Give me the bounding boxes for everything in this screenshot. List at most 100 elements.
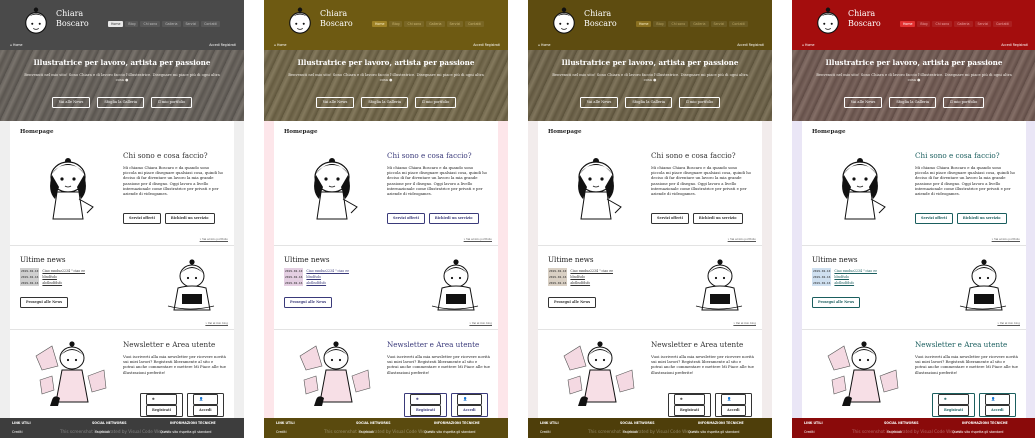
nav-item-blog[interactable]: Blog <box>389 21 403 27</box>
chiara-logo-icon[interactable] <box>22 6 50 36</box>
login-button[interactable]: 👤 Accedi <box>450 393 488 417</box>
hero-button-2[interactable]: Il mio portfolio <box>679 97 721 108</box>
nav-item-home[interactable]: Home <box>108 21 124 27</box>
auth-links[interactable]: Accedi Registrati <box>1001 43 1028 47</box>
hero-button-2[interactable]: Il mio portfolio <box>151 97 193 108</box>
login-button[interactable]: 👤 Accedi <box>186 393 224 417</box>
breadcrumb-home[interactable]: ⌂ Home <box>802 43 814 47</box>
nav-item-blog[interactable]: Blog <box>653 21 667 27</box>
site-name[interactable]: Chiara Boscaro <box>848 9 881 29</box>
hero-button-1[interactable]: Sfoglia la Galleria <box>361 97 409 108</box>
breadcrumb-home[interactable]: ⌂ Home <box>274 43 286 47</box>
request-service-button[interactable]: Richiedi un servizio <box>956 213 1007 224</box>
news-title-link[interactable]: abdbsdfdsfo <box>42 281 62 285</box>
news-title-link[interactable]: abdbsdfdsfo <box>306 281 326 285</box>
nav-item-contatti[interactable]: Contatti <box>993 21 1012 27</box>
nav-item-servizi[interactable]: Servizi <box>446 21 464 27</box>
breadcrumb-home[interactable]: ⌂ Home <box>10 43 22 47</box>
site-name[interactable]: Chiara Boscaro <box>56 9 89 29</box>
footer-item[interactable]: Crediti <box>276 430 286 434</box>
register-button[interactable]: ⊕ Registrati <box>140 393 183 417</box>
hero-button-2[interactable]: Il mio portfolio <box>943 97 985 108</box>
nav-item-contatti[interactable]: Contatti <box>201 21 220 27</box>
news-title-link[interactable]: Ciao randuz2234 " ciao ee <box>306 269 349 273</box>
nav-item-galleria[interactable]: Galleria <box>426 21 445 27</box>
more-news-button[interactable]: Prosegui alle News <box>548 297 597 308</box>
news-title: Ultime news <box>284 255 330 264</box>
footer-item[interactable]: Crediti <box>804 430 814 434</box>
chiara-logo-icon[interactable] <box>286 6 314 36</box>
services-button[interactable]: Servizi offerti <box>387 213 425 224</box>
login-button[interactable]: 👤 Accedi <box>714 393 752 417</box>
nav-item-blog[interactable]: Blog <box>917 21 931 27</box>
news-title-link[interactable]: Ciao randuz2234 " ciao ee <box>570 269 613 273</box>
request-service-button[interactable]: Richiedi un servizio <box>428 213 479 224</box>
more-news-button[interactable]: Prosegui alle News <box>812 297 861 308</box>
nav-item-blog[interactable]: Blog <box>125 21 139 27</box>
main-nav: Home Blog Chi sono Galleria Servizi Contatti <box>900 21 1012 27</box>
nav-item-servizi[interactable]: Servizi <box>710 21 728 27</box>
hero-button-1[interactable]: Sfoglia la Galleria <box>625 97 673 108</box>
login-button[interactable]: 👤 Accedi <box>978 393 1016 417</box>
services-button[interactable]: Servizi offerti <box>915 213 953 224</box>
blog-link[interactable]: » Vai al mio blog <box>469 321 492 325</box>
services-button[interactable]: Servizi offerti <box>123 213 161 224</box>
blog-link[interactable]: » Vai al mio blog <box>205 321 228 325</box>
nav-item-chi-sono[interactable]: Chi sono <box>932 21 953 27</box>
nav-item-home[interactable]: Home <box>900 21 916 27</box>
register-label: Registrati <box>938 405 969 416</box>
news-title-link[interactable]: bbsdfsdo <box>42 275 57 279</box>
nav-item-galleria[interactable]: Galleria <box>954 21 973 27</box>
nav-item-contatti[interactable]: Contatti <box>465 21 484 27</box>
footer-item[interactable]: Crediti <box>12 430 22 434</box>
nav-item-contatti[interactable]: Contatti <box>729 21 748 27</box>
hero-button-0[interactable]: Vai alle News <box>315 97 355 108</box>
chiara-logo-icon[interactable] <box>550 6 578 36</box>
news-title-link[interactable]: abdbsdfdsfo <box>570 281 590 285</box>
auth-links[interactable]: Accedi Registrati <box>473 43 500 47</box>
divider <box>538 245 762 246</box>
more-news-button[interactable]: Prosegui alle News <box>20 297 69 308</box>
hero-button-0[interactable]: Vai alle News <box>579 97 619 108</box>
news-title-link[interactable]: abdbsdfdsfo <box>834 281 854 285</box>
hero-button-2[interactable]: Il mio portfolio <box>415 97 457 108</box>
nav-item-galleria[interactable]: Galleria <box>162 21 181 27</box>
register-button[interactable]: ⊕ Registrati <box>932 393 975 417</box>
news-title-link[interactable]: Ciao randuz2234 " ciao ee <box>42 269 85 273</box>
nav-item-home[interactable]: Home <box>636 21 652 27</box>
footer-item[interactable]: Crediti <box>540 430 550 434</box>
nav-item-home[interactable]: Home <box>372 21 388 27</box>
hero-button-1[interactable]: Sfoglia la Galleria <box>97 97 145 108</box>
portfolio-link[interactable]: » Vai al mio portfolio <box>464 237 492 241</box>
request-service-button[interactable]: Richiedi un servizio <box>164 213 215 224</box>
services-button[interactable]: Servizi offerti <box>651 213 689 224</box>
hero-button-0[interactable]: Vai alle News <box>843 97 883 108</box>
register-button[interactable]: ⊕ Registrati <box>404 393 447 417</box>
more-news-button[interactable]: Prosegui alle News <box>284 297 333 308</box>
news-title-link[interactable]: bbsdfsdo <box>306 275 321 279</box>
auth-links[interactable]: Accedi Registrati <box>737 43 764 47</box>
breadcrumb-home[interactable]: ⌂ Home <box>538 43 550 47</box>
nav-item-servizi[interactable]: Servizi <box>182 21 200 27</box>
news-title-link[interactable]: bbsdfsdo <box>570 275 585 279</box>
hero-button-1[interactable]: Sfoglia la Galleria <box>889 97 937 108</box>
site-name[interactable]: Chiara Boscaro <box>320 9 353 29</box>
news-title-link[interactable]: Ciao randuz2234 " ciao ee <box>834 269 877 273</box>
blog-link[interactable]: » Vai al mio blog <box>733 321 756 325</box>
nav-item-chi-sono[interactable]: Chi sono <box>668 21 689 27</box>
site-name[interactable]: Chiara Boscaro <box>584 9 617 29</box>
nav-item-chi-sono[interactable]: Chi sono <box>404 21 425 27</box>
nav-item-servizi[interactable]: Servizi <box>974 21 992 27</box>
news-title-link[interactable]: bbsdfsdo <box>834 275 849 279</box>
nav-item-galleria[interactable]: Galleria <box>690 21 709 27</box>
portfolio-link[interactable]: » Vai al mio portfolio <box>728 237 756 241</box>
request-service-button[interactable]: Richiedi un servizio <box>692 213 743 224</box>
hero-button-0[interactable]: Vai alle News <box>51 97 91 108</box>
portfolio-link[interactable]: » Vai al mio portfolio <box>992 237 1020 241</box>
nav-item-chi-sono[interactable]: Chi sono <box>140 21 161 27</box>
auth-links[interactable]: Accedi Registrati <box>209 43 236 47</box>
portfolio-link[interactable]: » Vai al mio portfolio <box>200 237 228 241</box>
blog-link[interactable]: » Vai al mio blog <box>997 321 1020 325</box>
register-button[interactable]: ⊕ Registrati <box>668 393 711 417</box>
chiara-logo-icon[interactable] <box>814 6 842 36</box>
